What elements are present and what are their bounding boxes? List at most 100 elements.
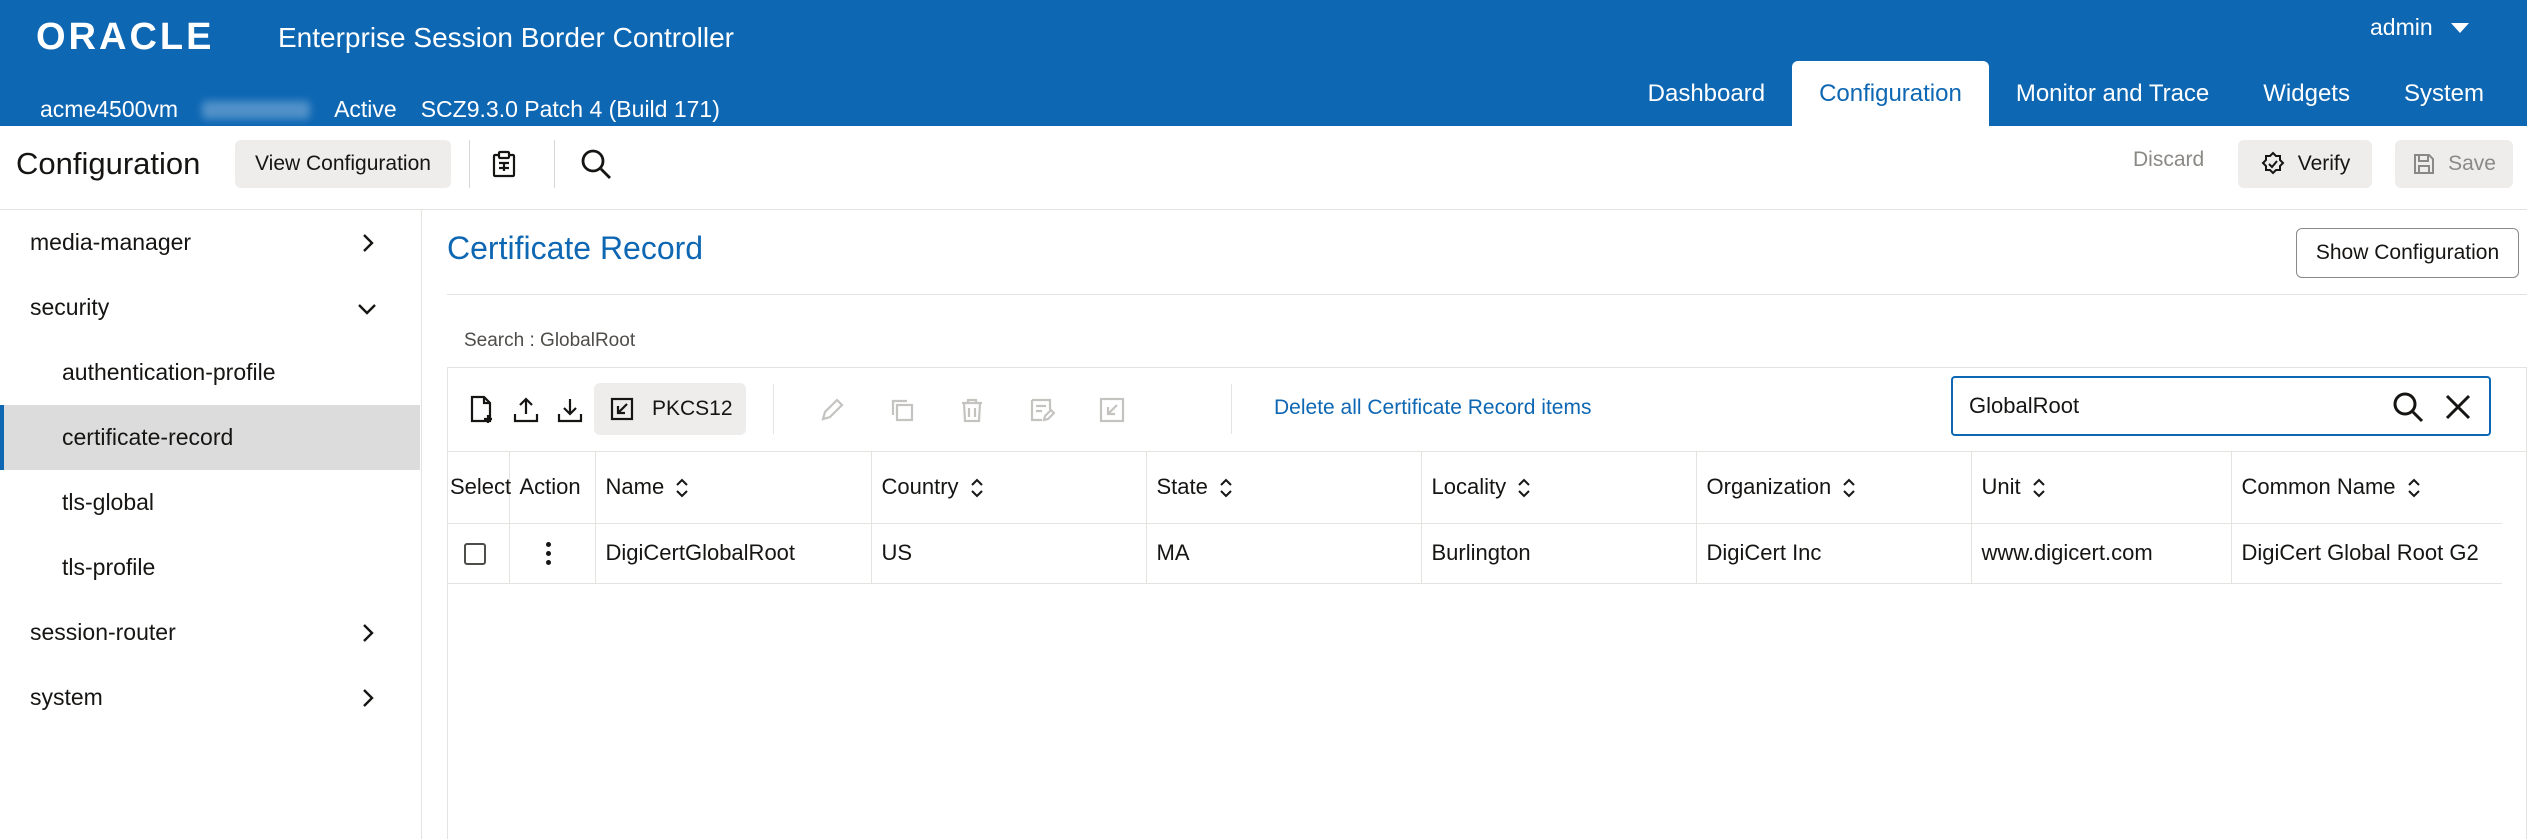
delete-icon[interactable]	[950, 388, 994, 432]
table-row[interactable]: DigiCertGlobalRoot US MA Burlington Digi…	[448, 523, 2502, 584]
tab-widgets[interactable]: Widgets	[2236, 61, 2377, 126]
edit-icon[interactable]	[810, 388, 854, 432]
cell-name: DigiCertGlobalRoot	[595, 523, 872, 584]
row-select-checkbox[interactable]	[464, 543, 486, 566]
tab-dashboard[interactable]: Dashboard	[1621, 61, 1792, 126]
verify-label: Verify	[2297, 152, 2351, 175]
sidebar-item-label: session-router	[30, 619, 176, 645]
config-sidebar: media-manager security authentication-pr…	[0, 210, 420, 839]
column-label: Country	[881, 474, 959, 500]
sidebar-item-label: tls-profile	[62, 554, 156, 580]
toolbar-divider	[469, 140, 470, 188]
search-icon[interactable]	[2391, 390, 2425, 424]
upload-icon[interactable]	[504, 388, 548, 432]
save-disk-icon	[2414, 154, 2435, 174]
download-icon[interactable]	[548, 388, 592, 432]
sidebar-item-session-router[interactable]: session-router	[0, 600, 420, 665]
sort-icon	[970, 479, 983, 498]
cell-organization: DigiCert Inc	[1696, 523, 1972, 584]
save-label: Save	[2448, 152, 2496, 175]
add-file-icon[interactable]	[460, 388, 504, 432]
sidebar-item-label: authentication-profile	[62, 359, 276, 385]
kebab-menu-icon[interactable]	[538, 538, 559, 569]
device-info: acme4500vm Active SCZ9.3.0 Patch 4 (Buil…	[40, 96, 744, 123]
main-content: Certificate Record Show Configuration Se…	[421, 210, 2527, 839]
table-header-row: Select Action Name Country State Localit…	[448, 452, 2502, 524]
view-configuration-button[interactable]: View Configuration	[235, 140, 451, 188]
discard-button[interactable]: Discard	[2133, 148, 2204, 172]
caret-down-icon	[2450, 22, 2469, 33]
sidebar-item-tls-profile[interactable]: tls-profile	[0, 535, 420, 600]
certificate-table-container: Select Action Name Country State Localit…	[447, 451, 2527, 839]
sort-icon	[1843, 479, 1855, 498]
oracle-logo-text: ORACLE	[36, 16, 214, 56]
column-header-state[interactable]: State	[1146, 452, 1422, 524]
tab-configuration[interactable]: Configuration	[1792, 61, 1989, 126]
column-header-name[interactable]: Name	[595, 452, 872, 524]
hostname: acme4500vm	[40, 96, 179, 122]
pkcs12-button[interactable]: PKCS12	[594, 383, 746, 435]
config-toolbar: Configuration View Configuration Discard…	[0, 126, 2527, 210]
tab-monitor-and-trace[interactable]: Monitor and Trace	[1989, 61, 2236, 126]
cell-common-name: DigiCert Global Root G2	[2231, 523, 2502, 584]
sidebar-item-system[interactable]: system	[0, 665, 420, 730]
product-name: Enterprise Session Border Controller	[278, 22, 734, 53]
grid-search-input[interactable]	[1969, 389, 2369, 423]
action-cell	[509, 523, 596, 584]
sidebar-item-label: system	[30, 684, 103, 710]
clipboard-icon[interactable]	[486, 146, 522, 182]
save-button[interactable]: Save	[2395, 140, 2513, 188]
export-box-icon[interactable]	[1090, 388, 1134, 432]
software-version: SCZ9.3.0 Patch 4 (Build 171)	[420, 96, 720, 122]
sort-icon	[2032, 479, 2045, 498]
import-box-icon	[610, 397, 634, 421]
cell-locality: Burlington	[1421, 523, 1697, 584]
column-label: State	[1156, 474, 1208, 500]
column-header-action: Action	[509, 452, 596, 524]
chevron-down-icon	[358, 304, 376, 315]
column-label: Locality	[1431, 474, 1507, 500]
column-header-country[interactable]: Country	[871, 452, 1147, 524]
sidebar-item-label: certificate-record	[62, 424, 234, 450]
tab-system[interactable]: System	[2377, 61, 2511, 126]
oracle-logo: ORACLE	[36, 16, 261, 56]
sidebar-item-tls-global[interactable]: tls-global	[0, 470, 420, 535]
sidebar-item-label: security	[30, 294, 110, 320]
search-filter-label: Search : GlobalRoot	[464, 330, 636, 351]
search-icon[interactable]	[578, 146, 614, 182]
device-status: Active	[334, 96, 397, 122]
page-title: Configuration	[16, 146, 201, 181]
sort-icon	[1518, 479, 1530, 498]
sidebar-item-certificate-record[interactable]: certificate-record	[0, 405, 420, 470]
show-configuration-button[interactable]: Show Configuration	[2296, 228, 2519, 278]
column-label: Name	[605, 474, 665, 500]
chevron-right-icon	[363, 689, 374, 707]
grid-toolbar: PKCS12 Delete all Certificate Record ite…	[447, 367, 2527, 451]
cell-state: MA	[1146, 523, 1422, 584]
cell-unit: www.digicert.com	[1971, 523, 2232, 584]
select-cell	[448, 523, 510, 584]
cell-country: US	[871, 523, 1147, 584]
sidebar-item-security[interactable]: security	[0, 275, 420, 340]
copy-icon[interactable]	[880, 388, 924, 432]
chevron-right-icon	[363, 234, 374, 252]
column-header-common-name[interactable]: Common Name	[2231, 452, 2502, 524]
column-header-unit[interactable]: Unit	[1971, 452, 2232, 524]
chevron-right-icon	[363, 624, 374, 642]
toolbar-divider	[1231, 384, 1232, 434]
app-header: ORACLE Enterprise Session Border Control…	[0, 0, 2527, 126]
edit-list-icon[interactable]	[1020, 388, 1064, 432]
column-header-locality[interactable]: Locality	[1421, 452, 1697, 524]
user-menu[interactable]: admin	[2370, 14, 2469, 41]
close-icon[interactable]	[2443, 392, 2473, 422]
sidebar-item-authentication-profile[interactable]: authentication-profile	[0, 340, 420, 405]
verify-button[interactable]: Verify	[2238, 140, 2372, 188]
certificate-table: Select Action Name Country State Localit…	[448, 452, 2502, 584]
column-header-organization[interactable]: Organization	[1696, 452, 1972, 524]
delete-all-link[interactable]: Delete all Certificate Record items	[1274, 396, 1591, 420]
sidebar-item-media-manager[interactable]: media-manager	[0, 210, 420, 275]
verify-gear-icon	[2261, 151, 2285, 175]
main-nav: Dashboard Configuration Monitor and Trac…	[1621, 61, 2511, 126]
divider	[447, 294, 2527, 295]
toolbar-divider	[554, 140, 555, 188]
